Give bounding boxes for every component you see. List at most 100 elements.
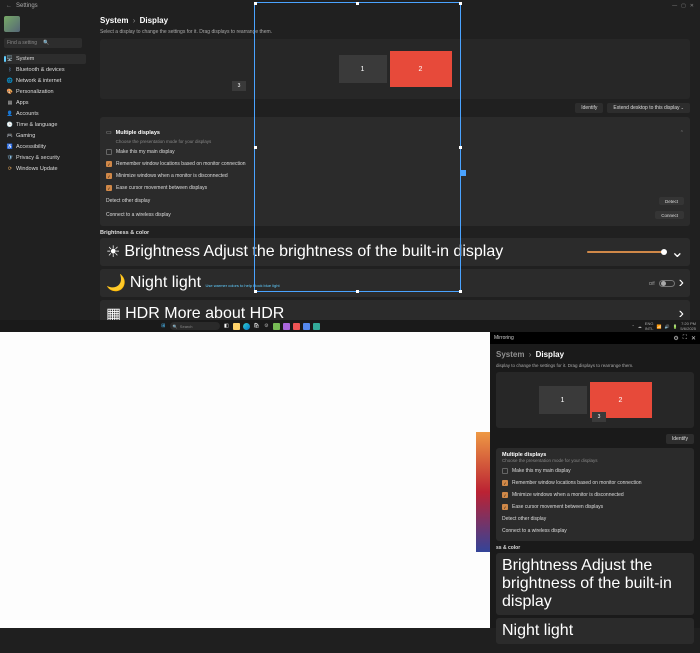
back-icon[interactable]: ← (6, 3, 12, 9)
app-icon-5[interactable] (313, 323, 320, 330)
nav-label: Privacy & security (16, 155, 60, 161)
tray-volume-icon[interactable]: 🔊 (664, 324, 669, 329)
brightness-slider[interactable] (587, 251, 667, 253)
option-row[interactable]: ✓ Ease cursor movement between displays (106, 182, 684, 194)
mirror-expand-icon[interactable]: ⛶ (683, 335, 687, 342)
hdr-row[interactable]: ▦ HDR More about HDR › (100, 300, 690, 320)
avatar[interactable] (4, 16, 20, 32)
tray-clock[interactable]: 7:20 PM5/6/2025 (680, 321, 696, 331)
mirror-close-icon[interactable]: ✕ (691, 335, 696, 342)
nav-label: Time & language (16, 122, 57, 128)
option-row[interactable]: ✓ Remember window locations based on moni… (502, 477, 688, 489)
multiple-displays-card: ▭ Multiple displays Choose the presentat… (100, 117, 690, 226)
mirror-detect-label: Detect other display (502, 516, 546, 522)
search-input[interactable]: Find a setting 🔍 (4, 38, 82, 48)
maximize-icon[interactable]: ▢ (681, 3, 686, 9)
mirror-bc-root[interactable]: System (496, 350, 524, 359)
mirror-nl-title: Night light (502, 622, 573, 639)
search-placeholder: Find a setting (7, 40, 43, 46)
breadcrumb-root[interactable]: System (100, 16, 128, 25)
mirror-multi-sub: Choose the presentation mode for your di… (502, 458, 598, 463)
explorer-icon[interactable] (233, 323, 240, 330)
checkbox[interactable]: ✓ (106, 173, 112, 179)
option-label: Minimize windows when a monitor is disco… (116, 173, 228, 179)
sidebar-item-windows-update[interactable]: ⟳Windows Update (4, 164, 86, 174)
monitor-1[interactable]: 1 (339, 55, 387, 83)
canvas-area[interactable] (0, 332, 490, 628)
app-icon-4[interactable] (303, 323, 310, 330)
checkbox[interactable] (106, 149, 112, 155)
detect-button[interactable]: Detect (659, 197, 684, 205)
sidebar-item-accounts[interactable]: 👤Accounts (4, 109, 86, 119)
mirror-title: Mirroring (494, 335, 514, 341)
mirror-wireless-label: Connect to a wireless display (502, 528, 567, 534)
sidebar-item-bluetooth-devices[interactable]: ᛒBluetooth & devices (4, 65, 86, 75)
store-icon[interactable]: 🛍 (253, 323, 260, 330)
mirror-identify-button[interactable]: Identify (666, 434, 694, 444)
tray-wifi-icon[interactable]: 📶 (656, 324, 661, 329)
close-icon[interactable]: ✕ (690, 3, 694, 9)
chevron-right-icon[interactable]: › (679, 274, 684, 292)
monitor-2[interactable]: 2 (390, 51, 452, 87)
option-label: Minimize windows when a monitor is disco… (512, 492, 624, 498)
mirror-arrangement[interactable]: 1 2 3 (496, 372, 694, 428)
settings-icon[interactable]: ⚙ (263, 323, 270, 330)
chevron-up-icon[interactable]: ⌃ (680, 130, 684, 136)
option-row[interactable]: ✓Ease cursor movement between displays (502, 501, 688, 513)
app-icon-3[interactable] (293, 323, 300, 330)
option-row[interactable]: ✓ Minimize windows when a monitor is disc… (502, 489, 688, 501)
start-icon[interactable]: ⊞ (160, 323, 167, 330)
option-label: Remember window locations based on monit… (116, 161, 246, 167)
tray-chevron-icon[interactable]: ⌃ (631, 324, 634, 329)
night-light-toggle[interactable] (659, 280, 675, 287)
option-label: Ease cursor movement between displays (116, 185, 207, 191)
taskbar: ⊞ 🔍Search ◧ 🛍 ⚙ ⌃ ☁ ENGINTL 📶 🔊 🔋 7:20 P… (0, 320, 700, 332)
mirror-monitor-3[interactable]: 3 (592, 412, 606, 422)
tray-lang[interactable]: ENGINTL (645, 321, 654, 331)
checkbox[interactable]: ✓ (106, 161, 112, 167)
option-row[interactable]: ✓ Remember window locations based on moni… (106, 158, 684, 170)
chevron-down-icon[interactable]: ⌄ (671, 242, 684, 262)
option-row[interactable]: Make this my main display (106, 146, 684, 158)
sidebar-item-gaming[interactable]: 🎮Gaming (4, 131, 86, 141)
night-light-sub[interactable]: Use warmer colors to help block blue lig… (206, 283, 280, 288)
sidebar-item-apps[interactable]: ▦Apps (4, 98, 86, 108)
displays-icon: ▭ (106, 129, 112, 136)
checkbox[interactable] (502, 468, 508, 474)
sidebar-item-privacy-security[interactable]: 🛡Privacy & security (4, 153, 86, 163)
option-row[interactable]: Make this my main display (502, 465, 688, 477)
sidebar-item-personalization[interactable]: 🎨Personalization (4, 87, 86, 97)
nav-icon: 🎨 (7, 89, 13, 95)
tray-battery-icon[interactable]: 🔋 (672, 324, 677, 329)
mirror-monitor-1[interactable]: 1 (539, 386, 587, 414)
app-icon-1[interactable] (273, 323, 280, 330)
mirror-settings-icon[interactable]: ⚙ (673, 335, 678, 342)
tray-cloud-icon[interactable]: ☁ (638, 324, 642, 329)
extend-dropdown[interactable]: Extend desktop to this display (607, 103, 690, 113)
option-label: Remember window locations based on monit… (512, 480, 642, 486)
connect-button[interactable]: Connect (655, 211, 684, 219)
monitor-3[interactable]: 3 (232, 81, 246, 91)
sidebar-item-accessibility[interactable]: ♿Accessibility (4, 142, 86, 152)
nav-label: Windows Update (16, 166, 58, 172)
wallpaper-strip (476, 432, 490, 552)
checkbox[interactable]: ✓ (502, 504, 508, 510)
titlebar: ← Settings — ▢ ✕ (0, 0, 700, 12)
sidebar-item-time-language[interactable]: 🕓Time & language (4, 120, 86, 130)
display-arrangement[interactable]: 1 2 3 (100, 39, 690, 99)
checkbox[interactable]: ✓ (502, 480, 508, 486)
sidebar-item-system[interactable]: 🖥️System (4, 54, 86, 64)
edge-icon[interactable] (243, 323, 250, 330)
hdr-icon: ▦ (106, 304, 121, 320)
checkbox[interactable]: ✓ (502, 492, 508, 498)
task-view-icon[interactable]: ◧ (223, 323, 230, 330)
app-icon-2[interactable] (283, 323, 290, 330)
option-row[interactable]: ✓ Minimize windows when a monitor is disc… (106, 170, 684, 182)
sidebar-item-network-internet[interactable]: 🌐Network & internet (4, 76, 86, 86)
nav-icon: ♿ (7, 144, 13, 150)
checkbox[interactable]: ✓ (106, 185, 112, 191)
taskbar-search[interactable]: 🔍Search (170, 322, 220, 330)
minimize-icon[interactable]: — (672, 3, 677, 9)
nav-icon: 🌐 (7, 78, 13, 84)
identify-button[interactable]: Identify (575, 103, 603, 113)
